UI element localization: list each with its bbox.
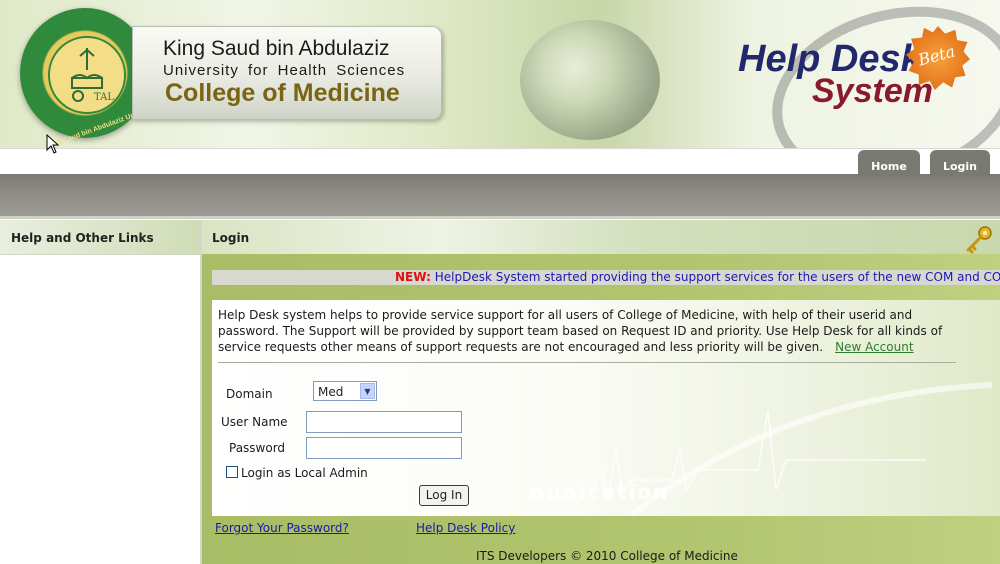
divider: [218, 362, 956, 363]
tab-home[interactable]: Home: [858, 150, 920, 176]
sidebar-header: Help and Other Links: [0, 220, 200, 255]
footer-copyright: ITS Developers © 2010 College of Medicin…: [476, 549, 738, 563]
intro-text: Help Desk system helps to provide servic…: [218, 308, 943, 354]
new-account-link[interactable]: New Account: [835, 340, 913, 354]
intro-text-block: Help Desk system helps to provide servic…: [218, 307, 958, 355]
login-button[interactable]: Log In: [419, 485, 469, 506]
chevron-down-icon[interactable]: ▼: [360, 383, 375, 399]
university-name-line2: University for Health Sciences: [163, 62, 406, 79]
page-title: Login: [212, 231, 250, 245]
domain-label: Domain: [226, 387, 273, 401]
password-input[interactable]: [306, 437, 462, 459]
announcement-text: HelpDesk System started providing the su…: [434, 270, 1000, 284]
seal-emblem-icon: TAL: [71, 48, 114, 103]
helpdesk-policy-link[interactable]: Help Desk Policy: [416, 521, 515, 535]
mouse-cursor-icon: [46, 134, 60, 154]
forgot-password-link[interactable]: Forgot Your Password?: [215, 521, 349, 535]
tab-login[interactable]: Login: [930, 150, 990, 176]
password-label: Password: [229, 441, 286, 455]
announcement-new-tag: NEW:: [395, 270, 431, 284]
local-admin-checkbox[interactable]: [226, 466, 238, 478]
sidebar-title: Help and Other Links: [11, 231, 154, 245]
nav-strip: [0, 148, 1000, 175]
key-icon: [966, 226, 992, 254]
seal-center: TAL: [48, 36, 126, 114]
main-header: Login: [202, 220, 1000, 254]
university-seal-logo: TAL King Saud bin Abdulaziz University f…: [20, 8, 222, 148]
nav-bar: [0, 174, 1000, 219]
local-admin-label[interactable]: Login as Local Admin: [241, 466, 368, 480]
announcement-marquee: NEW: HelpDesk System started providing t…: [212, 270, 1000, 285]
globe-graphic: [520, 20, 660, 140]
university-name-line1: King Saud bin Abdulaziz: [163, 37, 390, 60]
university-name-plate: King Saud bin Abdulaziz University for H…: [132, 26, 442, 120]
header-banner: TAL King Saud bin Abdulaziz University f…: [0, 0, 1000, 148]
username-input[interactable]: [306, 411, 462, 433]
svg-text:TAL: TAL: [94, 92, 114, 103]
background-watermark-text: nunication: [530, 480, 670, 504]
domain-select[interactable]: Med ▼: [313, 381, 377, 401]
login-content-panel: nunication Help Desk system helps to pro…: [212, 300, 1000, 516]
college-name: College of Medicine: [165, 79, 400, 107]
sidebar: Help and Other Links: [0, 220, 202, 564]
domain-select-value: Med: [318, 385, 344, 399]
main-panel: Login NEW: HelpDesk System started provi…: [202, 220, 1000, 564]
app-title-system: System: [812, 72, 933, 110]
username-label: User Name: [221, 415, 288, 429]
